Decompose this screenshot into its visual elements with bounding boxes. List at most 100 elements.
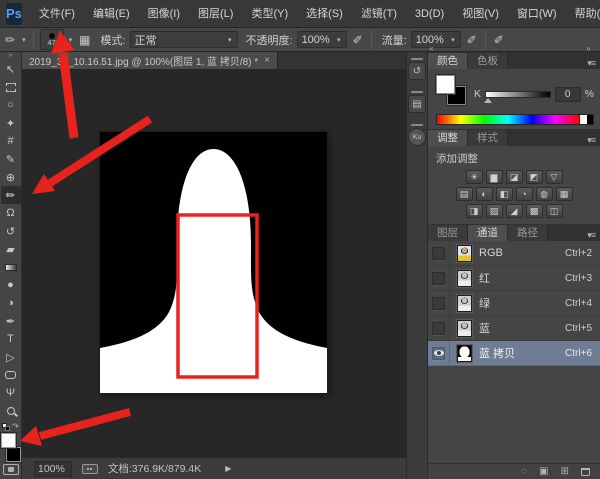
panel-foreground-swatch[interactable] bbox=[436, 75, 455, 94]
crop-tool[interactable]: # bbox=[1, 132, 21, 150]
quick-selection-tool[interactable]: ✦ bbox=[1, 114, 21, 132]
visibility-toggle[interactable] bbox=[428, 341, 450, 366]
visibility-toggle[interactable] bbox=[428, 266, 450, 291]
zoom-level-field[interactable]: 100% bbox=[34, 461, 72, 477]
mode-dropdown[interactable]: 正常 ▾ bbox=[130, 31, 238, 48]
k-slider-thumb[interactable] bbox=[484, 98, 492, 103]
kuler-panel-button[interactable]: Ku bbox=[408, 124, 427, 150]
gradient-tool[interactable] bbox=[1, 258, 21, 276]
collapse-dock-icon[interactable]: » bbox=[586, 44, 589, 53]
tab-close-icon[interactable]: × bbox=[264, 55, 270, 66]
rectangular-marquee-tool[interactable] bbox=[1, 78, 21, 96]
delete-channel-icon[interactable] bbox=[581, 468, 590, 476]
tab-color[interactable]: 颜色 bbox=[428, 53, 468, 69]
blur-tool[interactable]: ● bbox=[1, 276, 21, 294]
panel-menu-icon[interactable]: ▾≡ bbox=[587, 135, 600, 146]
brush-tool[interactable]: ✏ bbox=[1, 186, 21, 204]
eyedropper-tool[interactable]: ✎ bbox=[1, 150, 21, 168]
panel-menu-icon[interactable]: ▾≡ bbox=[587, 58, 600, 69]
menu-item-4[interactable]: 图层(L) bbox=[189, 0, 242, 28]
background-color-swatch[interactable] bbox=[6, 447, 21, 462]
channel-mixer-icon[interactable]: ◍ bbox=[536, 187, 553, 201]
pressure-opacity-icon[interactable]: ✐ bbox=[351, 33, 365, 47]
selective-color-icon[interactable]: ◫ bbox=[546, 204, 563, 218]
history-panel-button[interactable]: ↺ bbox=[408, 58, 427, 84]
invert-icon[interactable]: ◨ bbox=[466, 204, 483, 218]
color-lookup-icon[interactable]: ▦ bbox=[556, 187, 573, 201]
new-channel-icon[interactable]: ⊞ bbox=[561, 467, 569, 477]
menu-item-10[interactable]: 窗口(W) bbox=[508, 0, 566, 28]
document-tab[interactable]: 2019_31_10.16.51.jpg @ 100%(图层 1, 蓝 拷贝/8… bbox=[22, 52, 278, 69]
expand-dock-icon[interactable]: « bbox=[429, 44, 432, 53]
toolbar-collapse-icon[interactable]: » bbox=[9, 52, 13, 60]
eraser-tool[interactable]: ▰ bbox=[1, 240, 21, 258]
spectrum-white-cell[interactable] bbox=[579, 115, 586, 124]
tab-swatches[interactable]: 色板 bbox=[468, 53, 508, 69]
airbrush-icon[interactable]: ✐ bbox=[465, 33, 479, 47]
tab-adjustments[interactable]: 调整 bbox=[428, 130, 468, 146]
channel-row-绿[interactable]: 绿Ctrl+4 bbox=[428, 291, 600, 316]
move-tool[interactable]: ↖ bbox=[1, 60, 21, 78]
hand-tool[interactable]: Ψ bbox=[1, 384, 21, 402]
canvas-image[interactable] bbox=[100, 132, 327, 393]
channel-row-红[interactable]: 红Ctrl+3 bbox=[428, 266, 600, 291]
default-colors-icon[interactable] bbox=[2, 423, 10, 431]
zoom-tool[interactable] bbox=[1, 402, 21, 420]
brush-preset-caret-icon[interactable]: ▾ bbox=[68, 36, 74, 44]
menu-item-1[interactable]: 文件(F) bbox=[30, 0, 84, 28]
menu-item-8[interactable]: 3D(D) bbox=[406, 0, 453, 28]
tab-paths[interactable]: 路径 bbox=[508, 225, 548, 241]
channel-row-蓝-拷贝[interactable]: 蓝 拷贝Ctrl+6 bbox=[428, 341, 600, 366]
panel-menu-icon[interactable]: ▾≡ bbox=[587, 230, 600, 241]
menu-item-2[interactable]: 编辑(E) bbox=[84, 0, 139, 28]
properties-panel-button[interactable]: ▤ bbox=[408, 91, 427, 117]
spectrum-black-cell[interactable] bbox=[586, 115, 593, 124]
type-tool[interactable]: T bbox=[1, 330, 21, 348]
load-selection-icon[interactable]: ◌ bbox=[521, 467, 527, 477]
menu-item-11[interactable]: 帮助(H) bbox=[566, 0, 600, 28]
pen-tool[interactable]: ✒ bbox=[1, 312, 21, 330]
brush-tool-icon[interactable]: ✏ bbox=[3, 33, 17, 47]
shape-tool[interactable] bbox=[1, 366, 21, 384]
brush-preset-picker[interactable]: 47 bbox=[40, 29, 64, 50]
channel-row-蓝[interactable]: 蓝Ctrl+5 bbox=[428, 316, 600, 341]
path-selection-tool[interactable]: ▷ bbox=[1, 348, 21, 366]
flow-dropdown[interactable]: 100% ▾ bbox=[411, 31, 461, 48]
lasso-tool[interactable]: ○ bbox=[1, 96, 21, 114]
threshold-icon[interactable]: ◢ bbox=[506, 204, 523, 218]
curves-icon[interactable]: ◪ bbox=[506, 170, 523, 184]
photo-filter-icon[interactable]: ◔ bbox=[516, 187, 533, 201]
tab-layers[interactable]: 图层 bbox=[428, 225, 468, 241]
menu-item-3[interactable]: 图像(I) bbox=[139, 0, 189, 28]
tab-channels[interactable]: 通道 bbox=[468, 225, 508, 241]
k-value-field[interactable]: 0 bbox=[555, 87, 581, 102]
pressure-size-icon[interactable]: ✐ bbox=[492, 33, 506, 47]
menu-item-9[interactable]: 视图(V) bbox=[453, 0, 508, 28]
history-brush-tool[interactable]: ↺ bbox=[1, 222, 21, 240]
channel-row-RGB[interactable]: RGBCtrl+2 bbox=[428, 241, 600, 266]
dodge-tool[interactable]: ◑ bbox=[1, 294, 21, 312]
color-spectrum-ramp[interactable] bbox=[436, 114, 594, 125]
screen-mode-button[interactable] bbox=[3, 464, 19, 475]
levels-icon[interactable]: ▆ bbox=[486, 170, 503, 184]
gradient-map-icon[interactable]: ▩ bbox=[526, 204, 543, 218]
visibility-toggle[interactable] bbox=[428, 241, 450, 266]
tool-preset-caret-icon[interactable]: ▾ bbox=[21, 36, 27, 44]
k-slider[interactable] bbox=[485, 91, 551, 98]
swap-colors-icon[interactable]: ↷ bbox=[12, 423, 19, 431]
hue-saturation-icon[interactable]: ▤ bbox=[456, 187, 473, 201]
menu-item-7[interactable]: 滤镜(T) bbox=[352, 0, 406, 28]
exposure-icon[interactable]: ◩ bbox=[526, 170, 543, 184]
visibility-toggle[interactable] bbox=[428, 316, 450, 341]
opacity-dropdown[interactable]: 100% ▾ bbox=[297, 31, 347, 48]
posterize-icon[interactable]: ▨ bbox=[486, 204, 503, 218]
tab-styles[interactable]: 样式 bbox=[468, 130, 508, 146]
foreground-color-swatch[interactable] bbox=[1, 433, 16, 448]
status-menu-arrow-icon[interactable]: ▶ bbox=[225, 464, 231, 473]
brightness-contrast-icon[interactable]: ☀ bbox=[466, 170, 483, 184]
visibility-toggle[interactable] bbox=[428, 291, 450, 316]
toggle-brush-panel-icon[interactable]: ▦ bbox=[77, 33, 92, 47]
color-balance-icon[interactable]: ◐ bbox=[476, 187, 493, 201]
vibrance-icon[interactable]: ▽ bbox=[546, 170, 563, 184]
menu-item-6[interactable]: 选择(S) bbox=[297, 0, 352, 28]
